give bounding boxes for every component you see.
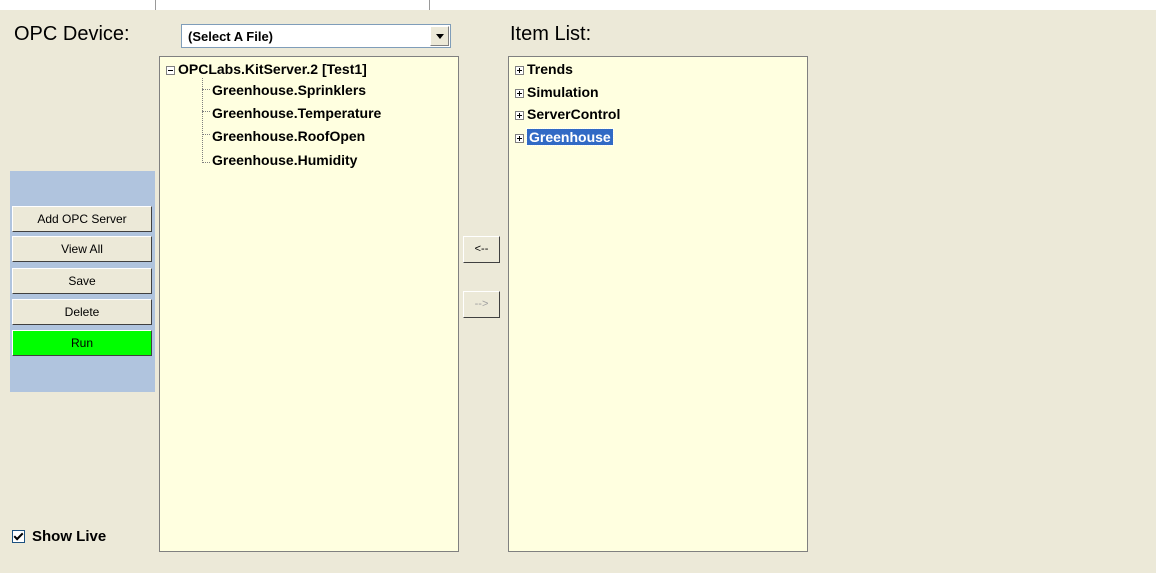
chevron-down-icon[interactable] (430, 26, 449, 46)
add-item-button[interactable]: <-- (463, 236, 500, 263)
item-servercontrol[interactable]: ServerControl (527, 106, 620, 122)
collapse-icon[interactable] (166, 66, 175, 75)
tree-item-humidity[interactable]: Greenhouse.Humidity (212, 152, 357, 168)
server-tree-root[interactable]: OPCLabs.KitServer.2 [Test1] (178, 61, 367, 77)
top-strip (0, 0, 1156, 10)
show-live-label: Show Live (32, 528, 107, 545)
save-button[interactable]: Save (12, 268, 152, 294)
expand-icon[interactable] (515, 66, 524, 75)
server-tree[interactable]: OPCLabs.KitServer.2 [Test1] Greenhouse.S… (159, 56, 459, 552)
tree-item-roofopen[interactable]: Greenhouse.RoofOpen (212, 128, 365, 144)
tree-line (202, 89, 210, 90)
show-live-checkbox[interactable] (12, 530, 25, 543)
view-all-button[interactable]: View All (12, 236, 152, 262)
item-trends[interactable]: Trends (527, 61, 573, 77)
expand-icon[interactable] (515, 111, 524, 120)
add-opc-server-button[interactable]: Add OPC Server (12, 206, 152, 232)
tree-item-sprinklers[interactable]: Greenhouse.Sprinklers (212, 82, 366, 98)
delete-button[interactable]: Delete (12, 299, 152, 325)
item-greenhouse[interactable]: Greenhouse (526, 128, 614, 146)
remove-item-button[interactable]: --> (463, 291, 500, 318)
device-select[interactable]: (Select A File) (181, 24, 451, 48)
tree-line (202, 111, 210, 112)
item-simulation[interactable]: Simulation (527, 84, 599, 100)
expand-icon[interactable] (515, 134, 524, 143)
tree-item-temperature[interactable]: Greenhouse.Temperature (212, 105, 381, 121)
tree-line (202, 78, 203, 163)
tree-line (202, 162, 210, 163)
tree-line (202, 134, 210, 135)
expand-icon[interactable] (515, 89, 524, 98)
divider (155, 0, 156, 10)
run-button[interactable]: Run (12, 330, 152, 356)
divider (429, 0, 430, 10)
item-list-label: Item List: (510, 23, 592, 45)
selected-item-label: Greenhouse (526, 128, 614, 146)
item-list-tree[interactable]: Trends Simulation ServerControl Greenhou… (508, 56, 808, 552)
device-select-value: (Select A File) (188, 29, 274, 44)
opc-device-label: OPC Device: (14, 23, 130, 45)
